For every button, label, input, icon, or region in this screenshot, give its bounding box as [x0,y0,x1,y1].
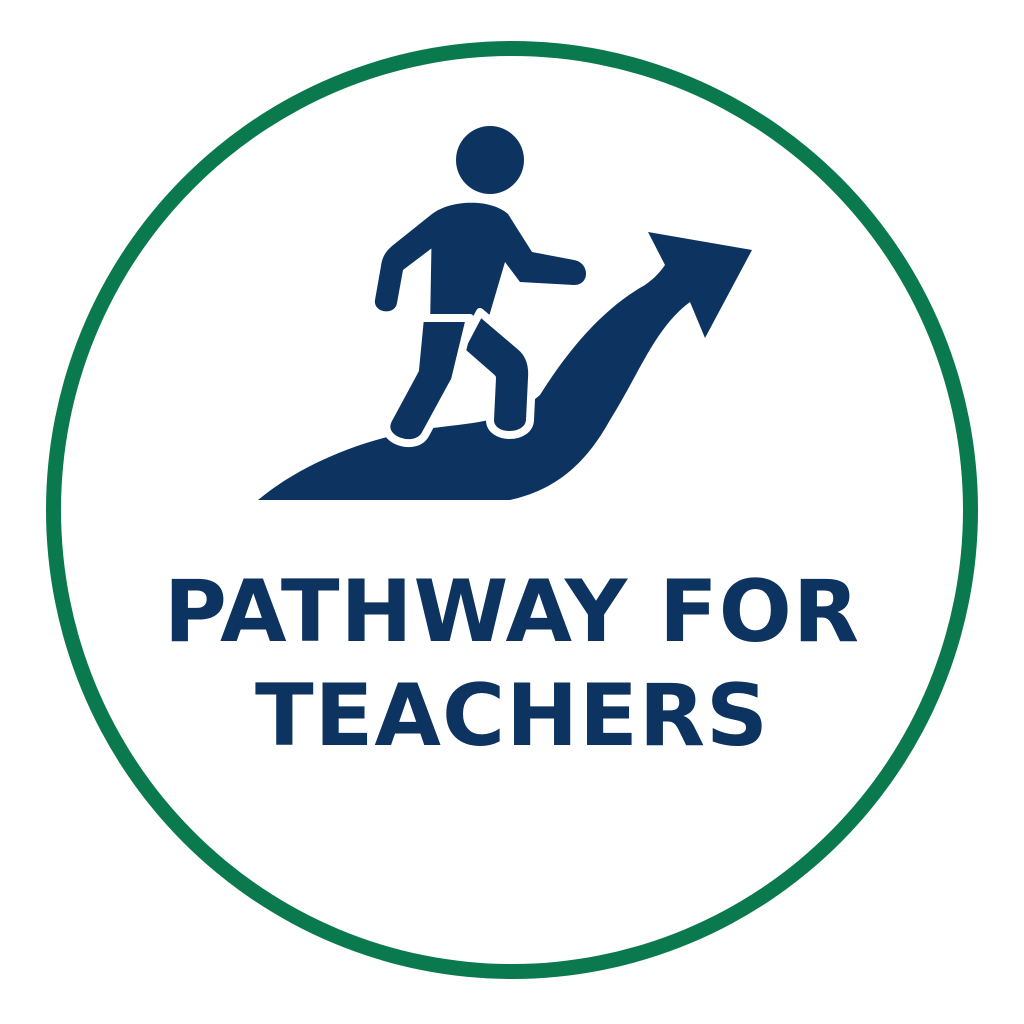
badge: PATHWAY FOR TEACHERS [0,0,1024,1024]
person-head [456,126,524,194]
title-line-2: TEACHERS [255,666,769,766]
person-torso [430,202,586,330]
badge-title: PATHWAY FOR TEACHERS [0,560,1024,768]
person-climbing-upward-path-icon [258,126,752,500]
person-back-arm [374,214,440,312]
title-line-1: PATHWAY FOR [163,562,861,662]
person-back-leg [382,314,474,448]
